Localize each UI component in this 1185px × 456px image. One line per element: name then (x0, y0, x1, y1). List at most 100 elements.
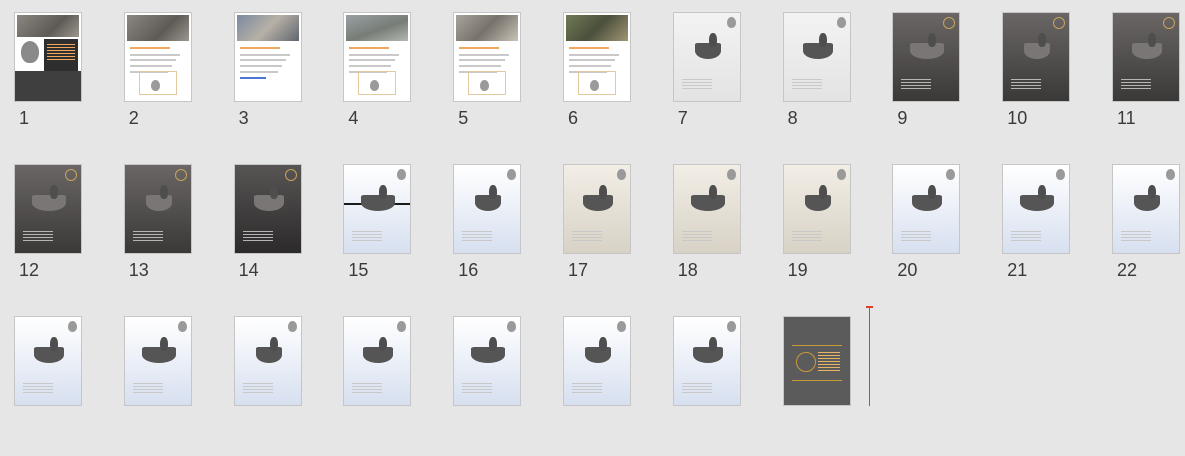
slide-thumbnail-24[interactable] (113, 316, 223, 456)
corner-logo-icon (284, 169, 297, 181)
slide-thumbnail-8[interactable]: 8 (772, 12, 882, 152)
slide-thumbnail-30[interactable] (772, 316, 882, 456)
slide-preview[interactable] (672, 12, 741, 102)
corner-logo-icon (65, 169, 77, 181)
caption-lines (901, 79, 932, 91)
caption-lines (132, 231, 163, 243)
slide-thumbnail-17[interactable]: 17 (552, 164, 662, 304)
slide-thumbnail-10[interactable]: 10 (991, 12, 1101, 152)
pestle (1038, 185, 1047, 199)
slide-thumbnail-9[interactable]: 9 (881, 12, 991, 152)
slide-thumbnail-2[interactable]: 2 (113, 12, 223, 152)
slide-preview[interactable] (563, 316, 631, 406)
slide-thumbnail-6[interactable]: 6 (552, 12, 662, 152)
caption-lines (1011, 79, 1042, 91)
slide-number: 11 (1117, 108, 1136, 128)
slide-thumbnail-12[interactable]: 12 (3, 164, 113, 304)
slide-thumbnail-11[interactable]: 11 (1101, 12, 1185, 152)
slide-preview[interactable] (453, 316, 522, 406)
slide-thumbnail-21[interactable]: 21 (991, 164, 1101, 304)
corner-logo-icon (287, 321, 297, 332)
pestle (1038, 33, 1047, 47)
pestle (708, 33, 717, 47)
slide-preview[interactable] (563, 164, 631, 254)
caption-lines (132, 383, 163, 395)
slide-thumbnail-20[interactable]: 20 (881, 164, 991, 304)
slide-thumbnail-15[interactable]: 15 (332, 164, 442, 304)
slide-thumbnail-22[interactable]: 22 (1101, 164, 1185, 304)
slide-number: 19 (787, 260, 808, 280)
slide-preview[interactable] (672, 316, 741, 406)
pestle (269, 185, 278, 199)
slide-thumbnail-28[interactable] (552, 316, 662, 456)
mortar-bowl (804, 195, 831, 211)
slide-thumbnail-13[interactable]: 13 (113, 164, 223, 304)
link-line (239, 77, 266, 79)
slide-preview[interactable] (453, 12, 522, 102)
slide-photo (346, 15, 409, 41)
slide-preview[interactable] (343, 316, 412, 406)
slide-preview[interactable] (343, 12, 412, 102)
caption-lines (23, 383, 53, 395)
text-line (239, 54, 290, 56)
corner-logo-icon (177, 321, 187, 332)
slide-thumbnail-19[interactable]: 19 (772, 164, 882, 304)
pestle (599, 185, 607, 199)
corner-logo-icon (507, 321, 517, 332)
slide-preview[interactable] (14, 164, 82, 254)
caption-lines (572, 383, 602, 395)
slide-preview[interactable] (123, 316, 192, 406)
slide-preview[interactable] (782, 12, 851, 102)
pestle (708, 185, 717, 199)
pestle (50, 337, 58, 351)
slide-thumbnail-3[interactable]: 3 (223, 12, 333, 152)
slide-thumbnail-18[interactable]: 18 (662, 164, 772, 304)
slide-thumbnail-23[interactable] (3, 316, 113, 456)
slide-preview[interactable] (14, 316, 82, 406)
slide-preview[interactable] (233, 316, 302, 406)
mortar-bowl (255, 347, 282, 363)
slide-preview[interactable] (1002, 164, 1071, 254)
slide-thumbnail-14[interactable]: 14 (223, 164, 333, 304)
pestle (1148, 33, 1156, 47)
caption-lines (462, 383, 493, 395)
logo-icon (21, 41, 39, 63)
slide-number: 5 (458, 108, 469, 128)
slide-preview[interactable] (123, 12, 192, 102)
mortar-bowl (910, 43, 945, 59)
slide-preview[interactable] (343, 164, 412, 254)
slide-preview[interactable] (563, 12, 631, 102)
slide-thumbnail-26[interactable] (332, 316, 442, 456)
slide-preview[interactable] (672, 164, 741, 254)
slide-thumbnail-7[interactable]: 7 (662, 12, 772, 152)
slide-thumbnail-27[interactable] (442, 316, 552, 456)
caption-lines (462, 231, 493, 243)
text-line (569, 65, 611, 67)
mortar-bowl (1020, 195, 1055, 211)
slide-preview[interactable] (1112, 164, 1180, 254)
slide-preview[interactable] (14, 12, 82, 102)
slide-preview[interactable] (1002, 12, 1071, 102)
slide-preview[interactable] (453, 164, 522, 254)
text-line (569, 54, 619, 56)
text-line (459, 54, 510, 56)
slide-thumbnail-5[interactable]: 5 (442, 12, 552, 152)
slide-preview[interactable] (123, 164, 192, 254)
mortar-bowl (912, 195, 943, 211)
slide-thumbnail-29[interactable] (662, 316, 772, 456)
slide-thumbnail-1[interactable]: 1 (3, 12, 113, 152)
slide-preview[interactable] (233, 12, 302, 102)
corner-logo-icon (726, 169, 736, 180)
cover-text-box (44, 39, 78, 71)
slide-thumbnail-16[interactable]: 16 (442, 164, 552, 304)
slide-preview[interactable] (233, 164, 302, 254)
slide-preview[interactable] (782, 316, 851, 406)
slide-thumbnail-25[interactable] (223, 316, 333, 456)
slide-preview[interactable] (892, 12, 961, 102)
slide-preview[interactable] (1112, 12, 1180, 102)
slide-preview[interactable] (892, 164, 961, 254)
corner-logo-icon (1166, 169, 1175, 180)
slide-thumbnail-4[interactable]: 4 (332, 12, 442, 152)
pestle (379, 185, 388, 199)
slide-preview[interactable] (782, 164, 851, 254)
